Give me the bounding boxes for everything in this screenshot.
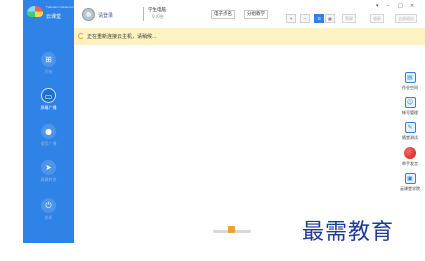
tool-raise-hand[interactable]: 举手发言 xyxy=(395,147,425,171)
app-window: ⊞ 开始 ▭ 屏幕广播 ● 语音广播 ➤ 屏幕转发 ⏻ 关机 Tianwen C… xyxy=(0,0,425,261)
close-icon[interactable]: × xyxy=(410,3,414,9)
screen-broadcast-icon: ▭ xyxy=(41,88,56,103)
dropdown-icon[interactable]: ▾ xyxy=(376,3,379,9)
exit-all-button[interactable]: 全部退出 xyxy=(395,14,417,23)
account-icon: ☺ xyxy=(404,97,416,108)
avatar[interactable] xyxy=(82,8,95,21)
raise-hand-icon xyxy=(404,147,416,159)
list-view-button[interactable]: ☰ xyxy=(314,14,324,23)
sidebar-item-label: 关机 xyxy=(44,215,53,220)
student-pc-label: 学生电脑 xyxy=(148,8,166,13)
reconnect-banner: 正在重新连接云主机，请稍候... xyxy=(74,28,425,45)
header: 请登录 学生电脑 0 /0台 电子点名 分组教学 + − ☰ ▦ 黑屏 锁屏 全… xyxy=(74,0,425,28)
power-icon: ⏻ xyxy=(41,198,56,213)
sidebar: ⊞ 开始 ▭ 屏幕广播 ● 语音广播 ➤ 屏幕转发 ⏻ 关机 xyxy=(23,0,74,243)
tool-account-management[interactable]: ☺ 帐号管理 xyxy=(395,97,425,121)
sidebar-item-start[interactable]: ⊞ 开始 xyxy=(23,52,74,84)
watermark: 最需教育 xyxy=(302,220,395,245)
quiz-icon: ✎ xyxy=(404,122,416,133)
handle-knob-icon xyxy=(228,226,235,233)
black-screen-button[interactable]: 黑屏 xyxy=(342,14,356,23)
minimize-icon[interactable]: – xyxy=(387,3,390,9)
sidebar-item-shutdown[interactable]: ⏻ 关机 xyxy=(23,198,74,230)
sidebar-item-screen-broadcast[interactable]: ▭ 屏幕广播 xyxy=(23,88,74,120)
send-icon: ➤ xyxy=(41,160,56,175)
loading-icon xyxy=(78,33,84,39)
tool-label: 作业空间 xyxy=(402,85,418,90)
tool-label: 随堂测试 xyxy=(402,135,418,140)
banner-text: 正在重新连接云主机，请稍候... xyxy=(87,34,157,40)
roll-call-button[interactable]: 电子点名 xyxy=(211,10,235,19)
tool-academy[interactable]: ▣ 云课堂学院 xyxy=(395,173,425,197)
tool-label: 帐号管理 xyxy=(402,110,418,115)
bottom-toggle-handle[interactable] xyxy=(213,225,251,236)
zoom-out-button[interactable]: − xyxy=(300,14,310,23)
sidebar-item-screen-forward[interactable]: ➤ 屏幕转发 xyxy=(23,160,74,192)
sidebar-item-label: 屏幕转发 xyxy=(40,177,57,182)
logo-title: 云课堂 xyxy=(46,14,62,20)
grid-view-button[interactable]: ▦ xyxy=(325,14,335,23)
windows-icon: ⊞ xyxy=(41,52,56,67)
tool-homework-space[interactable]: ▤ 作业空间 xyxy=(395,72,425,96)
lock-screen-button[interactable]: 锁屏 xyxy=(370,14,384,23)
tool-label: 举手发言 xyxy=(402,161,418,166)
zoom-in-button[interactable]: + xyxy=(286,14,296,23)
group-teaching-button[interactable]: 分组教学 xyxy=(244,10,268,19)
login-link[interactable]: 请登录 xyxy=(98,12,113,19)
sidebar-item-label: 开始 xyxy=(44,69,53,74)
academy-icon: ▣ xyxy=(404,173,416,184)
sidebar-item-label: 语音广播 xyxy=(40,141,57,146)
divider xyxy=(143,7,144,21)
sidebar-item-label: 屏幕广播 xyxy=(40,105,57,110)
tool-quiz[interactable]: ✎ 随堂测试 xyxy=(395,122,425,146)
sidebar-item-voice-broadcast[interactable]: ● 语音广播 xyxy=(23,124,74,156)
cloud-logo-icon xyxy=(27,6,43,17)
homework-icon: ▤ xyxy=(404,72,416,83)
tool-label: 云课堂学院 xyxy=(400,186,420,191)
maximize-icon[interactable]: □ xyxy=(398,3,403,9)
app-logo: Tianwen Classroom 云课堂 xyxy=(23,0,76,28)
student-pc-count: 0 /0台 xyxy=(152,14,164,19)
microphone-icon: ● xyxy=(41,124,56,139)
logo-subtitle: Tianwen Classroom xyxy=(46,5,76,9)
